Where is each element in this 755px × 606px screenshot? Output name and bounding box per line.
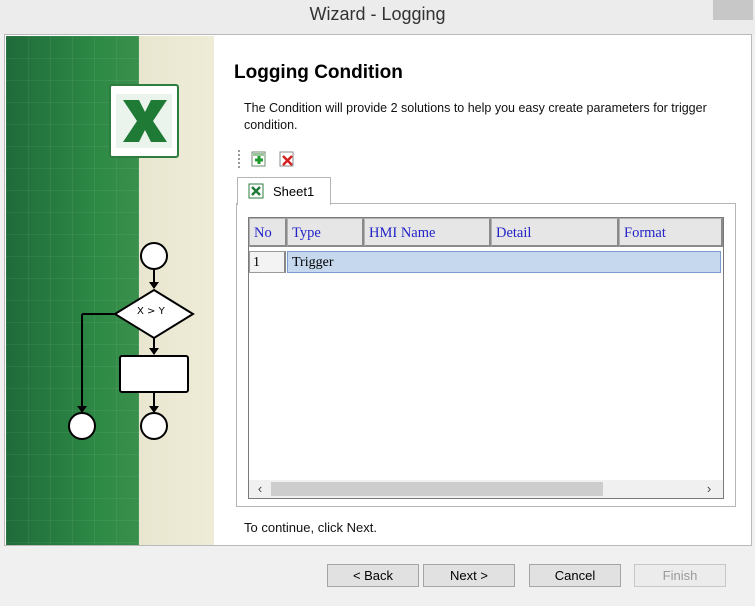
wizard-content: Logging Condition The Condition will pro… [214, 36, 750, 545]
grid-header: No Type HMI Name Detail Format [249, 218, 723, 249]
tab-label: Sheet1 [273, 184, 315, 199]
close-button[interactable] [713, 0, 753, 20]
table-row[interactable]: Trigger [287, 251, 721, 273]
wizard-banner: X > Y [6, 36, 214, 545]
sheet-panel: No Type HMI Name Detail Format 1 Trigger… [236, 203, 736, 507]
back-button[interactable]: < Back [327, 564, 419, 587]
delete-sheet-icon[interactable] [278, 150, 296, 168]
page-description: The Condition will provide 2 solutions t… [244, 101, 707, 132]
continue-hint: To continue, click Next. [244, 520, 377, 535]
cancel-button[interactable]: Cancel [529, 564, 621, 587]
add-sheet-icon[interactable] [250, 150, 268, 168]
column-header-format[interactable]: Format [619, 218, 723, 247]
scroll-right-icon[interactable]: › [701, 481, 717, 497]
decision-label: X > Y [137, 306, 165, 317]
next-button[interactable]: Next > [423, 564, 515, 587]
column-header-no[interactable]: No [249, 218, 287, 247]
sheet-toolbar [238, 148, 308, 170]
scrollbar-thumb[interactable] [271, 482, 603, 496]
column-header-hmi-name[interactable]: HMI Name [364, 218, 491, 247]
flowchart-diagram [68, 242, 195, 440]
row-number[interactable]: 1 [249, 251, 286, 273]
page-title: Logging Condition [234, 62, 403, 83]
horizontal-scrollbar[interactable]: ‹ › [249, 480, 723, 498]
tab-sheet1[interactable]: Sheet1 [237, 177, 331, 205]
toolbar-grip[interactable] [238, 150, 242, 168]
title-bar: Wizard - Logging [0, 0, 755, 34]
column-header-detail[interactable]: Detail [491, 218, 619, 247]
excel-sheet-icon [248, 183, 264, 199]
column-header-type[interactable]: Type [287, 218, 364, 247]
finish-button[interactable]: Finish [634, 564, 726, 587]
scroll-left-icon[interactable]: ‹ [252, 481, 268, 497]
window-title: Wizard - Logging [309, 4, 446, 24]
condition-grid[interactable]: No Type HMI Name Detail Format 1 Trigger… [248, 217, 724, 499]
